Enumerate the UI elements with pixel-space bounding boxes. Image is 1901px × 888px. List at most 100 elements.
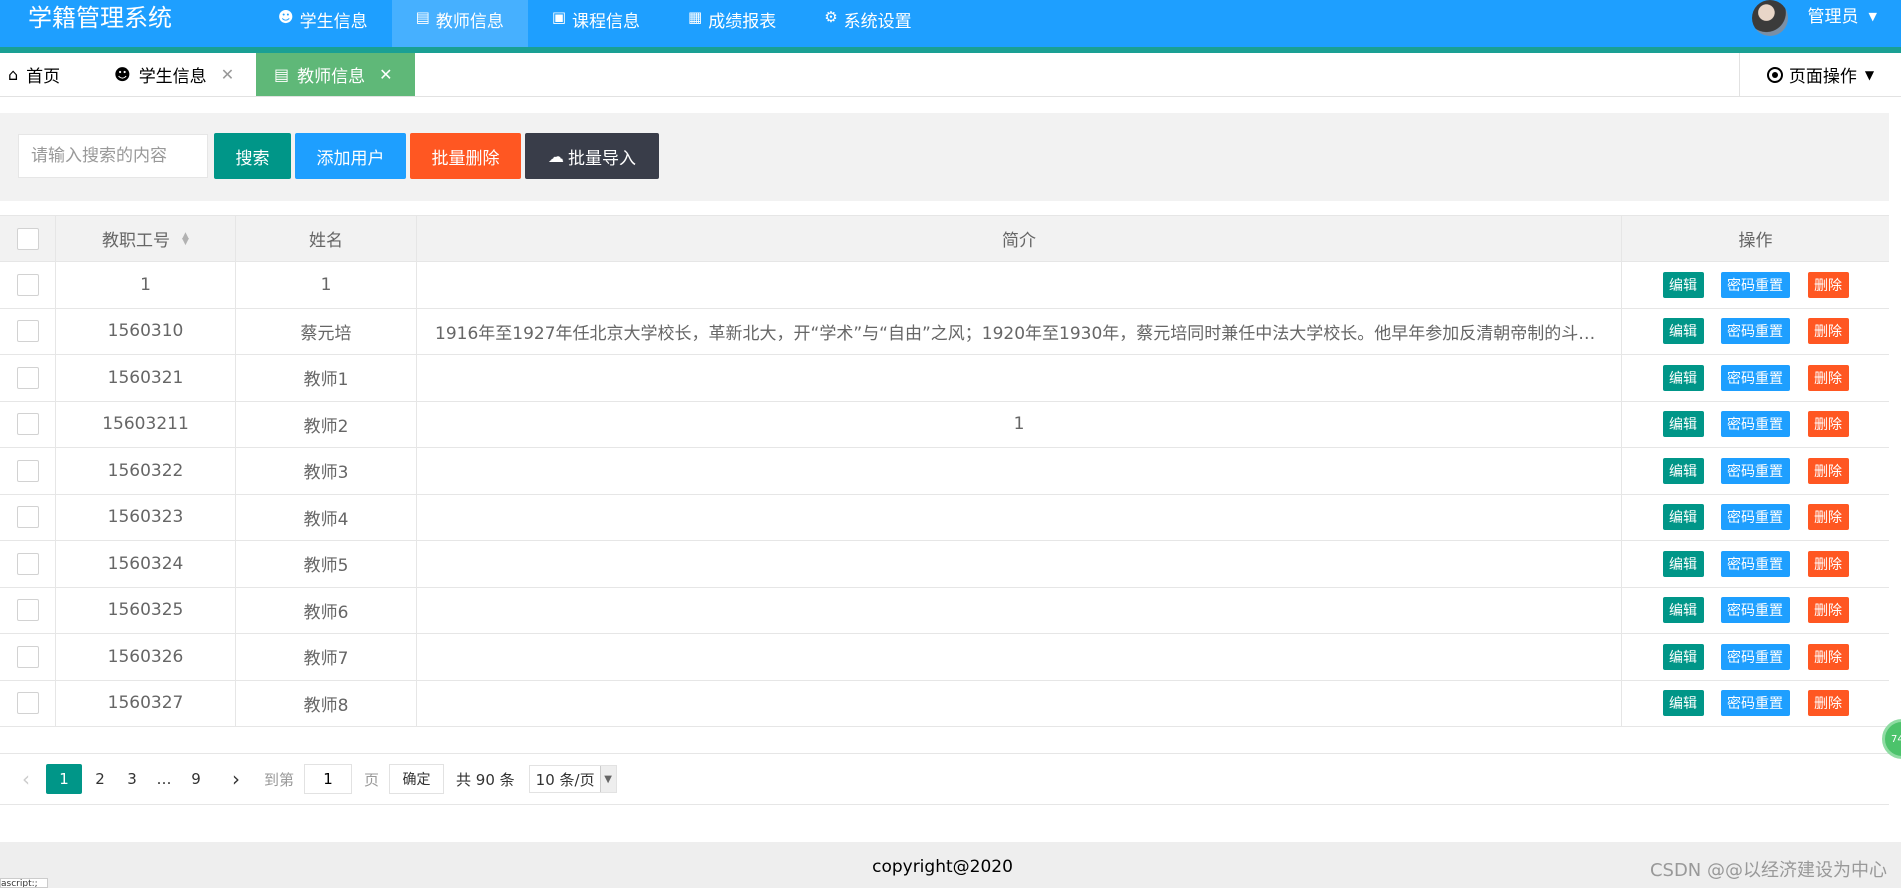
prev-page-icon[interactable]: ‹ xyxy=(12,764,40,794)
user-menu[interactable]: 管理员 ▼ xyxy=(1751,0,1877,47)
cell-id: 1560324 xyxy=(56,541,236,587)
edit-button[interactable]: 编辑 xyxy=(1662,550,1704,577)
edit-button[interactable]: 编辑 xyxy=(1662,318,1704,345)
top-nav: ☻ 学生信息 ▤ 教师信息 ▣ 课程信息 ▦ 成绩报表 ⚙ 系统设置 xyxy=(254,0,936,47)
row-checkbox-cell xyxy=(0,262,56,308)
nav-student-info[interactable]: ☻ 学生信息 xyxy=(254,0,392,47)
delete-button[interactable]: 删除 xyxy=(1807,643,1849,670)
nav-system-settings[interactable]: ⚙ 系统设置 xyxy=(800,0,935,47)
pagination: ‹ 1 2 3 … 9 › 到第 页 确定 共 90 条 10 条/页 ▼ xyxy=(0,753,1889,805)
goto-page-input[interactable] xyxy=(304,764,353,794)
reset-password-button[interactable]: 密码重置 xyxy=(1720,457,1790,484)
page-operations-menu[interactable]: 页面操作 ▼ xyxy=(1739,53,1901,96)
reset-password-button[interactable]: 密码重置 xyxy=(1720,364,1790,391)
page-2[interactable]: 2 xyxy=(86,764,114,794)
cell-name: 1 xyxy=(236,262,417,308)
intro-text: 1916年至1927年任北京大学校长，革新北大，开“学术”与“自由”之风；192… xyxy=(435,323,1603,344)
row-checkbox[interactable] xyxy=(16,599,39,622)
header-intro: 简介 xyxy=(417,216,1622,261)
page-9[interactable]: 9 xyxy=(182,764,210,794)
header-checkbox-cell xyxy=(0,216,56,261)
cell-name: 教师1 xyxy=(236,355,417,401)
edit-button[interactable]: 编辑 xyxy=(1662,411,1704,438)
row-checkbox[interactable] xyxy=(16,692,39,715)
search-input[interactable] xyxy=(18,134,208,178)
close-icon[interactable]: ✕ xyxy=(221,65,234,84)
tab-bar: ⌂ 首页 ☻ 学生信息 ✕ ▤ 教师信息 ✕ 页面操作 ▼ xyxy=(0,53,1901,97)
delete-button[interactable]: 删除 xyxy=(1807,597,1849,624)
nav-teacher-info[interactable]: ▤ 教师信息 xyxy=(391,0,528,47)
edit-button[interactable]: 编辑 xyxy=(1662,504,1704,531)
footer: copyright@2020 CSDN @@以经济建设为中心 xyxy=(0,842,1901,888)
app-logo[interactable]: 学籍管理系统 xyxy=(28,0,172,47)
avatar[interactable] xyxy=(1751,0,1788,36)
nav-score-report[interactable]: ▦ 成绩报表 xyxy=(664,0,800,47)
sort-icon[interactable]: ▲ ▼ xyxy=(182,231,189,246)
delete-button[interactable]: 删除 xyxy=(1807,550,1849,577)
batch-delete-button[interactable]: 批量删除 xyxy=(410,133,521,179)
reset-password-button[interactable]: 密码重置 xyxy=(1720,550,1790,577)
tab-student-info[interactable]: ☻ 学生信息 ✕ xyxy=(114,53,234,96)
page-3[interactable]: 3 xyxy=(118,764,146,794)
goto-confirm-button[interactable]: 确定 xyxy=(389,764,445,794)
row-checkbox[interactable] xyxy=(16,366,39,389)
edit-button[interactable]: 编辑 xyxy=(1662,457,1704,484)
tab-label: 首页 xyxy=(26,67,61,87)
row-checkbox[interactable] xyxy=(16,459,39,482)
reset-password-button[interactable]: 密码重置 xyxy=(1720,597,1790,624)
cell-ops: 编辑 密码重置 删除 xyxy=(1622,262,1889,308)
cell-id: 1560326 xyxy=(56,634,236,680)
tab-home[interactable]: ⌂ 首页 xyxy=(8,53,60,96)
cell-intro xyxy=(417,448,1622,494)
cell-name: 教师2 xyxy=(236,401,417,447)
tab-teacher-info[interactable]: ▤ 教师信息 ✕ xyxy=(256,53,415,96)
nav-label: 教师信息 xyxy=(435,12,504,32)
edit-button[interactable]: 编辑 xyxy=(1662,597,1704,624)
row-checkbox[interactable] xyxy=(16,320,39,343)
table-row: 1560323 教师4 编辑 密码重置 删除 xyxy=(0,494,1889,541)
reset-password-button[interactable]: 密码重置 xyxy=(1720,411,1790,438)
delete-button[interactable]: 删除 xyxy=(1807,690,1849,717)
delete-button[interactable]: 删除 xyxy=(1807,457,1849,484)
row-checkbox[interactable] xyxy=(16,273,39,296)
delete-button[interactable]: 删除 xyxy=(1807,271,1849,298)
nav-course-info[interactable]: ▣ 课程信息 xyxy=(528,0,664,47)
cell-intro xyxy=(417,680,1622,726)
grid-icon: ▦ xyxy=(688,8,703,26)
page-1[interactable]: 1 xyxy=(46,764,82,794)
cell-name: 教师4 xyxy=(236,494,417,540)
reset-password-button[interactable]: 密码重置 xyxy=(1720,690,1790,717)
reset-password-button[interactable]: 密码重置 xyxy=(1720,271,1790,298)
reset-password-button[interactable]: 密码重置 xyxy=(1720,643,1790,670)
cell-ops: 编辑 密码重置 删除 xyxy=(1622,355,1889,401)
edit-button[interactable]: 编辑 xyxy=(1662,364,1704,391)
row-checkbox[interactable] xyxy=(16,552,39,575)
row-checkbox[interactable] xyxy=(16,413,39,436)
user-name[interactable]: 管理员 xyxy=(1808,0,1859,34)
batch-import-button[interactable]: ☁ 批量导入 xyxy=(525,133,659,179)
close-icon[interactable]: ✕ xyxy=(379,65,392,84)
header-id-label: 教职工号 xyxy=(102,231,171,251)
search-button[interactable]: 搜索 xyxy=(214,133,291,179)
edit-button[interactable]: 编辑 xyxy=(1662,271,1704,298)
delete-button[interactable]: 删除 xyxy=(1807,504,1849,531)
select-all-checkbox[interactable] xyxy=(16,227,39,250)
watermark: CSDN @@以经济建设为中心 xyxy=(1649,860,1887,881)
cell-ops: 编辑 密码重置 删除 xyxy=(1622,634,1889,680)
next-page-icon[interactable]: › xyxy=(222,764,250,794)
row-checkbox[interactable] xyxy=(16,645,39,668)
add-user-button[interactable]: 添加用户 xyxy=(295,133,406,179)
delete-button[interactable]: 删除 xyxy=(1807,411,1849,438)
delete-button[interactable]: 删除 xyxy=(1807,364,1849,391)
reset-password-button[interactable]: 密码重置 xyxy=(1720,504,1790,531)
edit-button[interactable]: 编辑 xyxy=(1662,643,1704,670)
chevron-down-icon[interactable]: ▼ xyxy=(599,766,616,792)
reset-password-button[interactable]: 密码重置 xyxy=(1720,318,1790,345)
header-id[interactable]: 教职工号 ▲ ▼ xyxy=(56,216,236,261)
row-checkbox-cell xyxy=(0,541,56,587)
edit-button[interactable]: 编辑 xyxy=(1662,690,1704,717)
delete-button[interactable]: 删除 xyxy=(1807,318,1849,345)
batch-import-label: 批量导入 xyxy=(568,148,636,169)
page-size-select[interactable]: 10 条/页 ▼ xyxy=(528,765,617,793)
row-checkbox[interactable] xyxy=(16,506,39,529)
